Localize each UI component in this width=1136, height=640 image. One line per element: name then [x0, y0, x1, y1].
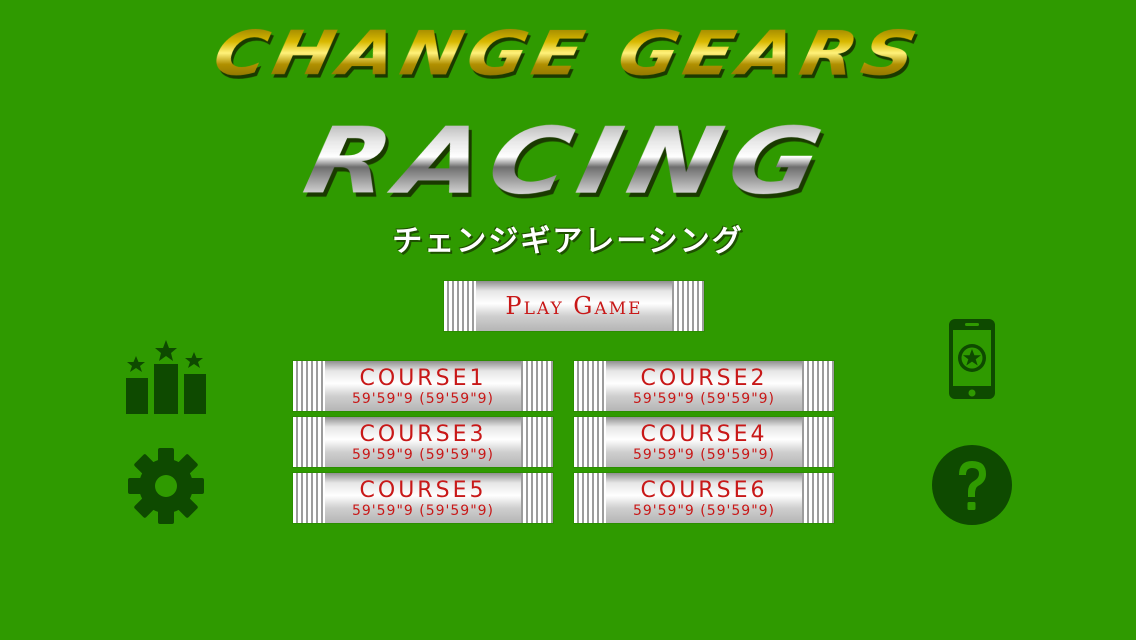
course-4-button[interactable]: COURSE4 59'59"9 (59'59"9): [574, 417, 834, 467]
course-1-button[interactable]: COURSE1 59'59"9 (59'59"9): [293, 361, 553, 411]
course-best-time: 59'59"9 (59'59"9): [632, 447, 776, 463]
course-name: COURSE6: [640, 478, 768, 503]
course-6-button[interactable]: COURSE6 59'59"9 (59'59"9): [574, 473, 834, 523]
course-name: COURSE1: [359, 366, 487, 391]
course-name: COURSE4: [640, 422, 768, 447]
question-mark-icon: [932, 445, 1012, 525]
leaderboard-button[interactable]: [124, 338, 208, 416]
settings-button[interactable]: [127, 447, 205, 525]
course-best-time: 59'59"9 (59'59"9): [351, 503, 495, 519]
course-best-time: 59'59"9 (59'59"9): [351, 391, 495, 407]
course-best-time: 59'59"9 (59'59"9): [632, 391, 776, 407]
device-button[interactable]: [948, 318, 996, 400]
course-3-button[interactable]: COURSE3 59'59"9 (59'59"9): [293, 417, 553, 467]
gear-icon: [128, 448, 204, 524]
course-2-button[interactable]: COURSE2 59'59"9 (59'59"9): [574, 361, 834, 411]
title-change-gears: CHANGE GEARS: [0, 15, 1136, 92]
course-name: COURSE5: [359, 478, 487, 503]
phone-star-icon: [949, 319, 995, 399]
course-best-time: 59'59"9 (59'59"9): [351, 447, 495, 463]
course-name: COURSE3: [359, 422, 487, 447]
help-button[interactable]: [930, 443, 1014, 527]
ranking-podium-icon: [126, 340, 206, 414]
course-5-button[interactable]: COURSE5 59'59"9 (59'59"9): [293, 473, 553, 523]
play-game-button[interactable]: Play Game: [444, 281, 704, 331]
course-name: COURSE2: [640, 366, 768, 391]
title-japanese: チェンジギアレーシング: [392, 224, 744, 259]
play-game-label: Play Game: [505, 292, 643, 320]
title-racing: RACING: [0, 108, 1136, 214]
course-best-time: 59'59"9 (59'59"9): [632, 503, 776, 519]
